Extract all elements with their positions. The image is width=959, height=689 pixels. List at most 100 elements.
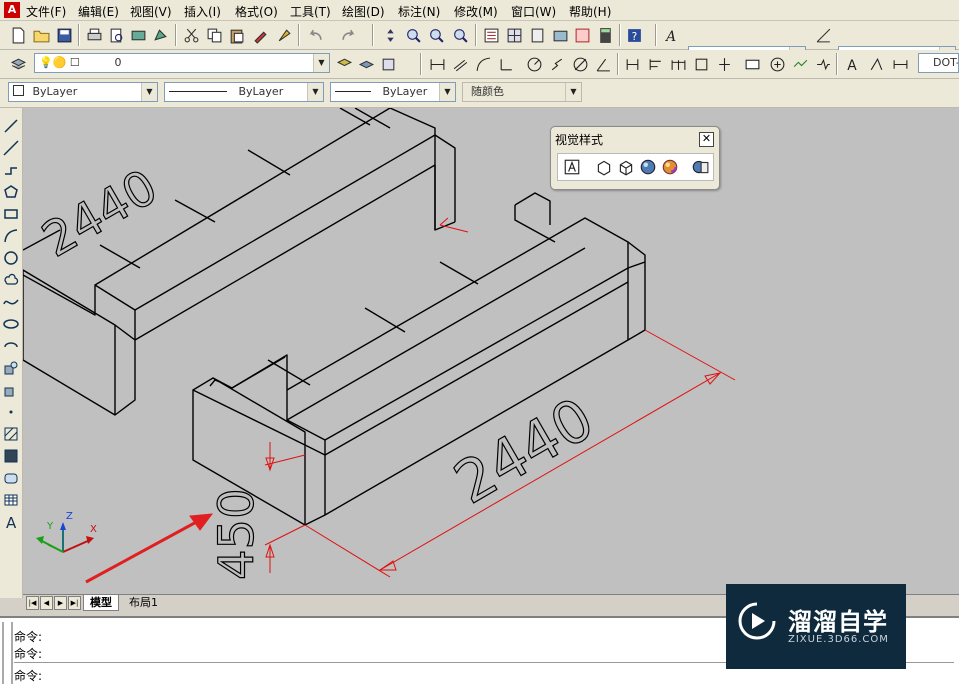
arc-length-icon[interactable] [473, 54, 493, 74]
insert-block-icon[interactable] [1, 358, 21, 378]
visual-style-manager-icon[interactable] [690, 157, 710, 177]
zoom-previous-icon[interactable] [450, 25, 470, 45]
ellipse-arc-icon[interactable] [1, 336, 21, 356]
point-icon[interactable] [1, 402, 21, 422]
tab-model[interactable]: 模型 [83, 595, 119, 611]
polygon-icon[interactable] [1, 182, 21, 202]
app-icon[interactable]: A [4, 2, 20, 18]
dim-style-icon[interactable] [813, 25, 833, 45]
dimension-edit-icon[interactable]: A [842, 54, 862, 74]
menu-edit[interactable]: 编辑(E) [78, 3, 119, 20]
menu-help[interactable]: 帮助(H) [569, 3, 611, 20]
arc-icon[interactable] [1, 226, 21, 246]
tab-layout1[interactable]: 布局1 [123, 595, 164, 610]
lineweight-select[interactable]: ByLayer ▼ [330, 82, 456, 102]
zoom-window-icon[interactable] [426, 25, 446, 45]
menu-tools[interactable]: 工具(T) [290, 3, 331, 20]
jogged-dimension-icon[interactable] [547, 54, 567, 74]
table-icon[interactable] [1, 490, 21, 510]
dim-style-select-2[interactable]: DOT- [918, 53, 959, 73]
diameter-dimension-icon[interactable] [570, 54, 590, 74]
undo-icon[interactable] [305, 25, 325, 45]
baseline-dimension-icon[interactable] [645, 54, 665, 74]
jogged-linear-icon[interactable] [813, 54, 833, 74]
layer-select[interactable]: 💡🟡 ☐ 0 ▼ [34, 53, 330, 73]
last-tab-icon[interactable]: ▶| [68, 596, 81, 610]
continue-dimension-icon[interactable] [668, 54, 688, 74]
line-icon[interactable] [1, 116, 21, 136]
gradient-icon[interactable] [1, 446, 21, 466]
plot-icon[interactable] [150, 25, 170, 45]
layer-manager-icon[interactable] [8, 54, 28, 74]
region-icon[interactable] [1, 468, 21, 488]
spline-icon[interactable] [1, 292, 21, 312]
publish-icon[interactable] [128, 25, 148, 45]
match-properties-icon[interactable] [250, 25, 270, 45]
realistic-icon[interactable] [638, 157, 658, 177]
block-editor-icon[interactable] [274, 25, 294, 45]
menu-format[interactable]: 格式(O) [235, 3, 278, 20]
construction-line-icon[interactable] [1, 138, 21, 158]
layer-previous-icon[interactable] [356, 54, 376, 74]
paste-icon[interactable] [226, 25, 246, 45]
drawing-canvas[interactable]: 2440 450 2440 Y Z X [23, 108, 959, 594]
dimension-break-icon[interactable] [714, 54, 734, 74]
hatch-icon[interactable] [1, 424, 21, 444]
linetype-select[interactable]: ByLayer ▼ [164, 82, 324, 102]
multiline-text-icon[interactable]: A [1, 512, 21, 532]
markup-icon[interactable] [572, 25, 592, 45]
menu-dimension[interactable]: 标注(N) [398, 3, 440, 20]
rectangle-icon[interactable] [1, 204, 21, 224]
tolerance-icon[interactable] [742, 54, 762, 74]
first-tab-icon[interactable]: |◀ [26, 596, 39, 610]
copy-icon[interactable] [204, 25, 224, 45]
quick-dimension-icon[interactable] [622, 54, 642, 74]
pan-realtime-icon[interactable] [380, 25, 400, 45]
color-select[interactable]: ByLayer ▼ [8, 82, 158, 102]
sheet-set-icon[interactable] [550, 25, 570, 45]
layer-state-icon[interactable] [378, 54, 398, 74]
3d-wireframe-icon[interactable] [594, 157, 614, 177]
print-icon[interactable] [84, 25, 104, 45]
design-center-icon[interactable] [504, 25, 524, 45]
dimension-update-icon[interactable] [890, 54, 910, 74]
menu-modify[interactable]: 修改(M) [454, 3, 498, 20]
cut-icon[interactable] [181, 25, 201, 45]
ordinate-dimension-icon[interactable] [496, 54, 516, 74]
save-icon[interactable] [54, 25, 74, 45]
menu-file[interactable]: 文件(F) [26, 3, 66, 20]
prev-tab-icon[interactable]: ◀ [40, 596, 53, 610]
circle-icon[interactable] [1, 248, 21, 268]
command-prompt[interactable]: 命令: [14, 667, 42, 684]
help-icon[interactable]: ? [624, 25, 644, 45]
menu-view[interactable]: 视图(V) [130, 3, 172, 20]
conceptual-icon[interactable] [660, 157, 680, 177]
open-file-icon[interactable] [31, 25, 51, 45]
plotstyle-select[interactable]: 随颜色 ▼ [462, 82, 582, 102]
revision-cloud-icon[interactable] [1, 270, 21, 290]
next-tab-icon[interactable]: ▶ [54, 596, 67, 610]
3d-hidden-icon[interactable] [616, 157, 636, 177]
dimension-space-icon[interactable] [691, 54, 711, 74]
center-mark-icon[interactable] [767, 54, 787, 74]
angular-dimension-icon[interactable] [593, 54, 613, 74]
make-current-layer-icon[interactable] [334, 54, 354, 74]
new-file-icon[interactable] [8, 25, 28, 45]
menu-insert[interactable]: 插入(I) [184, 3, 221, 20]
menu-draw[interactable]: 绘图(D) [342, 3, 385, 20]
tool-palettes-icon[interactable] [527, 25, 547, 45]
polyline-icon[interactable] [1, 160, 21, 180]
close-icon[interactable]: ✕ [699, 132, 714, 147]
linear-dimension-icon[interactable] [427, 54, 447, 74]
aligned-dimension-icon[interactable] [450, 54, 470, 74]
text-style-icon[interactable]: A [662, 25, 682, 45]
redo-icon[interactable] [338, 25, 358, 45]
make-block-icon[interactable] [1, 380, 21, 400]
command-grip[interactable] [2, 622, 13, 684]
dimension-text-edit-icon[interactable] [866, 54, 886, 74]
calculator-icon[interactable] [595, 25, 615, 45]
properties-icon[interactable] [481, 25, 501, 45]
visual-styles-panel[interactable]: 视觉样式 ✕ [550, 126, 720, 190]
2d-wireframe-icon[interactable] [562, 157, 582, 177]
ellipse-icon[interactable] [1, 314, 21, 334]
